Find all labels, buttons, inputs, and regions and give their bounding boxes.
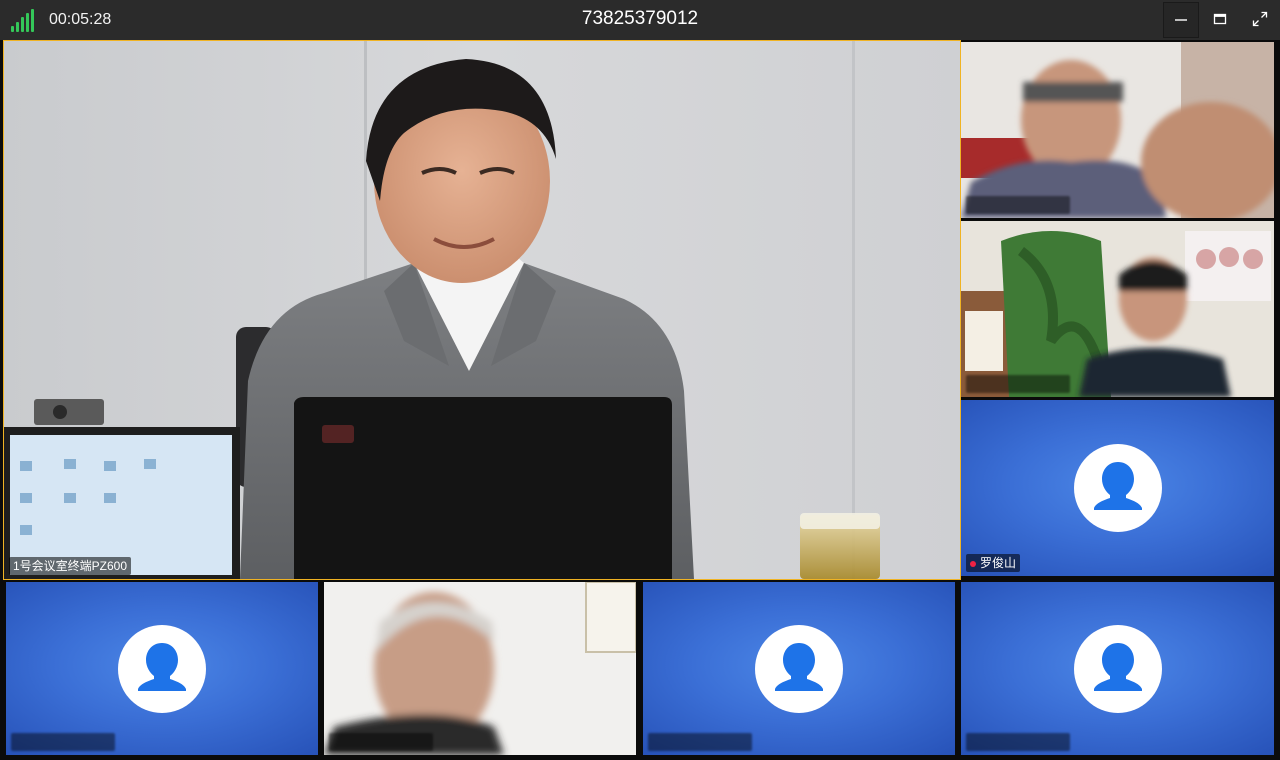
meeting-id: 73825379012	[581, 8, 699, 29]
participant-name-label	[966, 196, 1070, 214]
participant-tile-3[interactable]: 罗俊山	[961, 400, 1274, 576]
avatar	[1073, 444, 1162, 532]
participant-name-label: 1号会议室终端PZ600	[9, 557, 132, 575]
fullscreen-icon	[1252, 11, 1268, 27]
participant-name-label	[648, 733, 752, 751]
participant-tile-6[interactable]	[643, 582, 955, 755]
participant-tile-7[interactable]	[961, 582, 1274, 755]
avatar	[118, 624, 206, 713]
avatar	[1073, 624, 1162, 713]
participant-name-label: 罗俊山	[966, 554, 1021, 572]
avatar	[755, 624, 843, 713]
user-icon	[1093, 642, 1142, 691]
title-bar: 00:05:28 73825379012	[0, 0, 1280, 40]
participant-name-label	[11, 733, 115, 751]
main-speaker-video[interactable]: 1号会议室终端PZ600	[3, 40, 961, 580]
minimize-button[interactable]	[1163, 2, 1199, 38]
participant-name-label	[966, 733, 1070, 751]
maximize-icon	[1213, 13, 1227, 25]
participant-name-label	[329, 733, 433, 751]
user-icon	[138, 642, 186, 691]
participant-tile-5[interactable]	[324, 582, 636, 755]
speaker-video-frame	[4, 41, 960, 579]
fullscreen-button[interactable]	[1243, 2, 1277, 36]
minimize-icon	[1175, 19, 1187, 21]
participant-tile-2[interactable]	[961, 221, 1274, 397]
participant-tile-4[interactable]	[6, 582, 318, 755]
maximize-button[interactable]	[1203, 2, 1237, 36]
participant-video-frame	[961, 42, 1274, 218]
signal-bars-icon	[11, 8, 35, 32]
user-icon	[1093, 462, 1142, 510]
participant-tile-1[interactable]	[961, 42, 1274, 218]
participant-video-frame	[961, 221, 1274, 397]
user-icon	[775, 642, 823, 691]
mic-muted-icon	[970, 560, 976, 567]
participant-video-frame	[324, 582, 636, 755]
elapsed-time: 00:05:28	[49, 11, 112, 28]
participant-name-label	[966, 375, 1070, 393]
